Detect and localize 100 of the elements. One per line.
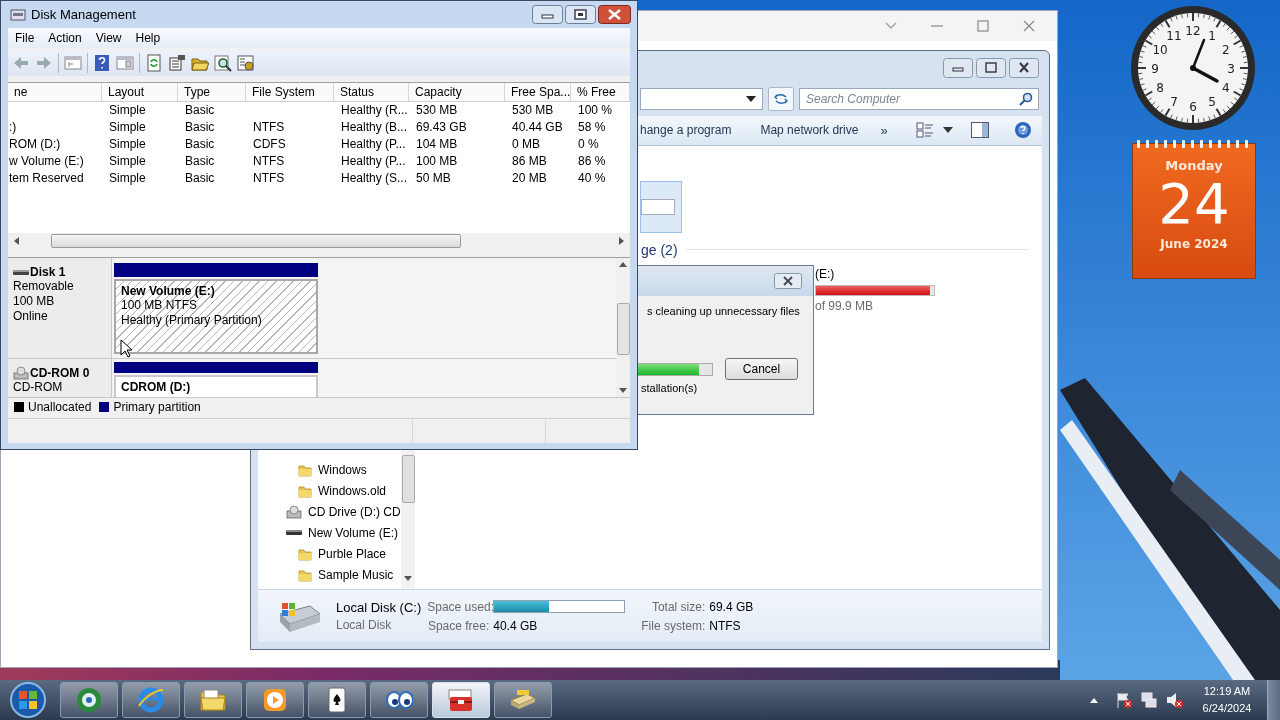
menu-item[interactable]: Action — [41, 30, 89, 46]
tree-item[interactable]: CD Drive (D:) CD — [258, 501, 401, 523]
drive-name[interactable]: (E:) — [815, 266, 935, 281]
window-title: Disk Management — [31, 7, 136, 22]
clock-numeral: 5 — [1208, 94, 1216, 109]
column-header[interactable]: % Free — [571, 83, 630, 101]
table-cell-text: NTFS — [252, 119, 286, 136]
properties-icon[interactable] — [168, 54, 186, 72]
table-cell-text: Simple — [108, 119, 147, 136]
drive-tile[interactable] — [640, 180, 682, 233]
help-icon[interactable] — [93, 54, 111, 72]
scroll-down-icon[interactable] — [404, 576, 412, 582]
menu-item[interactable]: View — [88, 30, 129, 46]
cancel-button[interactable]: Cancel — [725, 358, 798, 380]
table-cell-text: Simple — [108, 136, 147, 153]
weekday-label: Monday — [1165, 158, 1223, 173]
menu-item[interactable]: File — [8, 30, 42, 46]
clock-numeral: 1 — [1208, 29, 1216, 44]
help-icon[interactable] — [1013, 121, 1032, 140]
scroll-left-icon[interactable] — [14, 237, 19, 245]
legend-label: Primary partition — [113, 399, 201, 414]
show-hidden-icon[interactable] — [1090, 697, 1098, 703]
scroll-down-icon[interactable] — [619, 388, 627, 393]
taskbar-button[interactable] — [122, 682, 180, 718]
field-label: File system: — [640, 618, 706, 633]
scrollbar-thumb[interactable] — [401, 454, 415, 503]
clock-date[interactable]: 6/24/2024 — [1202, 700, 1252, 717]
start-button[interactable] — [8, 680, 48, 720]
tree-item[interactable]: Windows.old — [258, 480, 401, 502]
partition-block[interactable]: CDROM (D:) — [114, 375, 318, 397]
group-header[interactable]: ge (2) — [641, 241, 678, 258]
table-cell-text: tem Reserved — [8, 170, 85, 187]
column-header[interactable]: Layout — [102, 83, 178, 101]
disk-name: CD-ROM 0 — [30, 366, 90, 380]
field-label: Total size: — [650, 599, 706, 614]
menu-item[interactable]: Help — [128, 30, 168, 46]
tree-item[interactable]: Windows — [258, 459, 401, 481]
network-icon[interactable] — [1140, 691, 1158, 709]
cd-drive-icon — [286, 504, 302, 519]
refresh-icon[interactable] — [145, 54, 163, 72]
close-icon[interactable] — [774, 273, 802, 289]
table-cell-text: 100 % — [577, 102, 614, 119]
partition-name: New Volume (E:) — [121, 284, 216, 298]
taskbar-button[interactable] — [308, 682, 366, 718]
table-cell-text: 69.43 GB — [415, 119, 468, 136]
taskbar-button[interactable] — [184, 682, 242, 718]
scrollbar-thumb[interactable] — [616, 303, 630, 355]
table-cell-text: 104 MB — [415, 136, 459, 153]
toolbar-button[interactable]: hange a program — [640, 121, 732, 140]
disk-info-panel[interactable]: Disk 1 Removable 100 MB Online — [8, 258, 112, 358]
close-icon[interactable] — [1009, 58, 1039, 79]
maximize-icon[interactable] — [565, 5, 596, 24]
column-header[interactable]: Free Spa... — [505, 83, 571, 101]
clock-time[interactable]: 12:19 AM — [1203, 683, 1251, 700]
disk-info-panel[interactable]: CD-ROM 0 CD-ROM — [8, 359, 112, 397]
clock-numeral: 8 — [1156, 81, 1164, 95]
clock-numeral: 9 — [1151, 62, 1159, 76]
field-value: 40.4 GB — [493, 618, 538, 633]
column-header[interactable]: ne — [8, 83, 102, 101]
tree-item[interactable]: Sample Music — [258, 564, 401, 586]
table-cell-text: Basic — [184, 136, 216, 153]
toolbar-button[interactable]: Map network drive — [760, 121, 859, 140]
caret-icon — [746, 95, 756, 102]
column-header[interactable]: Type — [178, 83, 246, 101]
column-header[interactable]: Capacity — [409, 83, 505, 101]
table-cell-text: 86 MB — [511, 153, 548, 170]
refresh-icon[interactable] — [768, 86, 794, 111]
table-cell-text: ROM (D:) — [8, 136, 62, 153]
more-button[interactable]: » — [880, 120, 888, 140]
column-header[interactable]: File System — [246, 83, 334, 101]
taskbar-button[interactable] — [60, 682, 118, 718]
partition-block[interactable]: New Volume (E:) 100 MB NTFS Healthy (Primary Partition) — [114, 279, 318, 354]
table-cell-text: :) — [8, 119, 18, 136]
table-cell-text: Simple — [108, 153, 147, 170]
clock-numeral: 3 — [1227, 62, 1235, 76]
field-value: 69.4 GB — [709, 599, 754, 614]
minimize-icon[interactable] — [943, 58, 973, 79]
column-header[interactable]: Status — [334, 83, 409, 101]
scroll-right-icon[interactable] — [619, 237, 624, 245]
taskbar-button[interactable] — [246, 682, 304, 718]
settings-icon[interactable] — [237, 54, 255, 72]
caret-icon[interactable] — [942, 127, 953, 134]
search-field[interactable]: Search Computer — [799, 87, 1039, 110]
flag-icon[interactable] — [1115, 691, 1133, 709]
tree-item[interactable]: Purble Place — [258, 543, 401, 565]
table-cell-text: NTFS — [252, 170, 286, 187]
preview-pane-icon[interactable] — [970, 122, 989, 139]
taskbar-button[interactable] — [370, 682, 428, 718]
view-options-icon[interactable] — [915, 122, 934, 139]
folder-icon — [298, 483, 312, 498]
speaker-icon[interactable] — [1165, 691, 1183, 709]
scrollbar-thumb[interactable] — [51, 234, 461, 248]
table-cell-text: 530 MB — [415, 102, 459, 119]
close-icon[interactable] — [598, 5, 631, 24]
taskbar-button[interactable] — [494, 682, 552, 718]
field-value: NTFS — [709, 618, 741, 633]
disk-detail: Online — [13, 309, 49, 324]
table-cell-text: Healthy (R... — [340, 102, 409, 119]
search-icon[interactable] — [214, 54, 232, 72]
tree-item[interactable]: New Volume (E:) — [258, 522, 401, 544]
